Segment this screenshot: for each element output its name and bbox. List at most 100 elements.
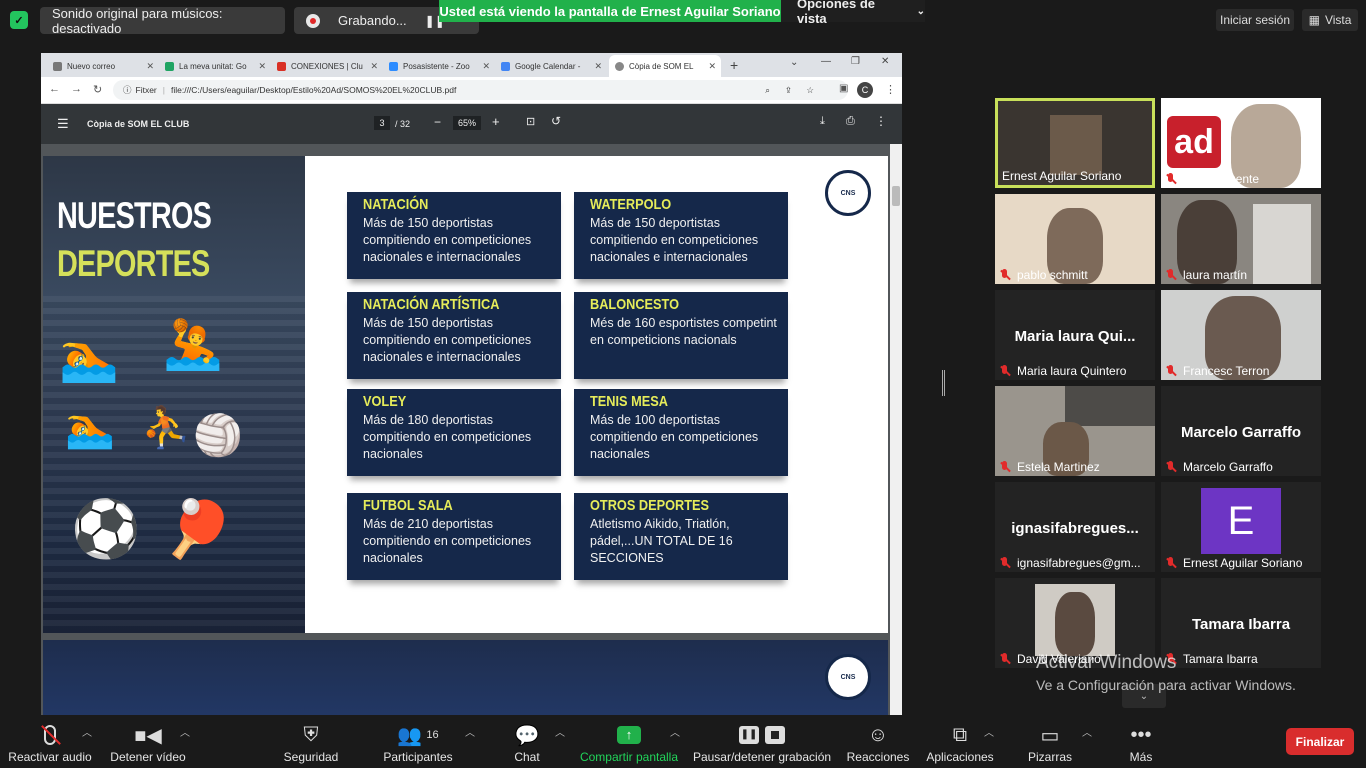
close-window-icon[interactable]: ✕ <box>881 56 889 67</box>
sidebar-icon[interactable]: ▣ <box>839 83 848 94</box>
menu-icon[interactable]: ☰ <box>57 116 69 132</box>
share-screen-button[interactable]: ↑ Compartir pantalla <box>576 716 682 768</box>
chat-label: Chat <box>514 750 540 764</box>
participant-tile[interactable]: Tamara Ibarra Tamara Ibarra <box>1161 578 1321 668</box>
participant-tile[interactable]: Estela Martinez <box>995 386 1155 476</box>
mic-muted-icon <box>1165 269 1177 281</box>
share-icon[interactable]: ⇪ <box>785 85 792 96</box>
download-icon[interactable]: ⤓ <box>820 115 825 128</box>
mic-muted-icon <box>999 461 1011 473</box>
participants-button[interactable]: 👥 16 Participantes <box>378 716 458 768</box>
view-button[interactable]: ▦ Vista <box>1302 9 1358 31</box>
star-icon[interactable]: ☆ <box>806 85 814 96</box>
original-sound-button[interactable]: Sonido original para músicos: desactivad… <box>40 5 285 36</box>
pause-stop-recording-button[interactable]: ❚❚ Pausar/detener grabación <box>692 716 832 768</box>
apps-options-caret[interactable]: ︿ <box>984 724 994 739</box>
participant-tile[interactable]: pablo schmitt <box>995 194 1155 284</box>
page-number-input[interactable]: 3 <box>374 116 390 130</box>
sign-in-label: Iniciar sesión <box>1219 13 1291 27</box>
meeting-toolbar: Reactivar audio ︿ ■◀ Detener vídeo ︿ ⛨ Seg… <box>0 716 1366 768</box>
chat-options-caret[interactable]: ︿ <box>555 724 565 739</box>
more-button[interactable]: ••• Más <box>1118 716 1164 768</box>
original-sound-label: Sonido original para músicos: desactivad… <box>52 5 223 36</box>
participant-tile[interactable]: E Ernest Aguilar Soriano <box>1161 482 1321 572</box>
forward-icon[interactable]: → <box>71 83 82 95</box>
sport-card-baloncesto: BALONCESTO Més de 160 esportistes competi… <box>574 292 788 379</box>
share-options-caret[interactable]: ︿ <box>670 724 680 739</box>
mic-muted-icon <box>1165 557 1177 569</box>
profile-avatar[interactable]: C <box>857 82 873 98</box>
tab-gmail[interactable]: Nuevo correo ✕ <box>47 55 159 77</box>
participant-name: Ernest Aguilar Soriano <box>1002 169 1121 183</box>
zoom-out-icon[interactable]: − <box>434 115 441 129</box>
table-tennis-icon: 🏓 <box>163 497 233 560</box>
print-icon[interactable]: ⎙ <box>846 115 855 128</box>
tab-calendar[interactable]: Google Calendar - ✕ <box>495 55 607 77</box>
new-tab-icon[interactable]: + <box>730 57 738 73</box>
participant-tile[interactable]: Maria laura Qui... Maria laura Quintero <box>995 290 1155 380</box>
profile-initial: C <box>861 85 869 95</box>
participant-tile[interactable]: Francesc Terron <box>1161 290 1321 380</box>
close-icon[interactable]: ✕ <box>146 61 154 72</box>
participants-label: Participantes <box>383 750 453 764</box>
sport-card-voley: VOLEY Más de 180 deportistas compitiendo … <box>347 389 561 476</box>
card-text: Más de 150 deportistas compitiendo en co… <box>590 216 759 264</box>
participant-tile[interactable]: laura martín <box>1161 194 1321 284</box>
view-options-button[interactable]: Opciones de vista ⌄ <box>781 0 925 26</box>
address-bar[interactable]: ⓘ Fitxer | file:///C:/Users/eaguilar/Des… <box>113 80 848 100</box>
close-icon[interactable]: ✕ <box>370 61 378 72</box>
back-icon[interactable]: ← <box>49 83 60 95</box>
participants-options-caret[interactable]: ︿ <box>465 724 475 739</box>
fit-page-icon[interactable]: ⊡ <box>526 115 535 128</box>
close-icon[interactable]: ✕ <box>258 61 266 72</box>
participant-tile[interactable]: ad Sergio Puente <box>1161 98 1321 188</box>
search-icon[interactable]: ⌕ <box>765 85 770 96</box>
scrollbar-thumb[interactable] <box>892 186 900 206</box>
participant-tile[interactable]: Marcelo Garraffo Marcelo Garraffo <box>1161 386 1321 476</box>
mic-muted-icon <box>999 269 1011 281</box>
close-icon[interactable]: ✕ <box>708 61 716 72</box>
rotate-icon[interactable]: ↺ <box>551 114 561 128</box>
whiteboards-button[interactable]: ▭ Pizarras <box>1022 716 1078 768</box>
tab-conexiones[interactable]: CONEXIONES | Clu ✕ <box>271 55 383 77</box>
basketball-icon: ⛹ <box>141 406 191 450</box>
shield-icon[interactable]: ✓ <box>10 11 28 29</box>
minimize-icon[interactable]: — <box>821 56 831 67</box>
tab-drive[interactable]: La meva unitat: Go ✕ <box>159 55 271 77</box>
name-label: Estela Martinez <box>1017 460 1100 474</box>
zoom-input[interactable]: 65% <box>453 116 481 130</box>
pdf-scrollbar[interactable] <box>890 144 902 715</box>
participant-tile[interactable]: ignasifabregues... ignasifabregues@gm... <box>995 482 1155 572</box>
mic-muted-icon <box>999 653 1011 665</box>
whiteboards-options-caret[interactable]: ︿ <box>1082 724 1092 739</box>
chat-button[interactable]: 💬 Chat <box>504 716 550 768</box>
zoom-in-icon[interactable]: + <box>492 114 500 129</box>
audio-options-caret[interactable]: ︿ <box>82 724 92 739</box>
kebab-menu-icon[interactable]: ⋮ <box>885 83 896 96</box>
tab-pdf-active[interactable]: Còpia de SOM EL ✕ <box>609 55 721 77</box>
avatar: E <box>1201 488 1281 554</box>
pdf-viewport[interactable]: NUESTROS DEPORTES 🏊 🤽 🏊 ⛹ 🏐 ⚽ 🏓 CNS NATA… <box>41 144 902 715</box>
splitter-handle[interactable] <box>942 370 945 396</box>
unmute-button[interactable]: Reactivar audio <box>6 716 94 768</box>
reload-icon[interactable]: ↻ <box>93 83 102 96</box>
sign-in-button[interactable]: Iniciar sesión <box>1216 9 1294 31</box>
tab-label: Còpia de SOM EL <box>629 61 694 71</box>
participant-tile[interactable]: Ernest Aguilar Soriano <box>995 98 1155 188</box>
swimmer-icon: 🏊 <box>59 331 119 384</box>
more-options-icon[interactable]: ⋮ <box>875 114 887 128</box>
page-total: / 32 <box>395 119 411 129</box>
reactions-button[interactable]: ☺ Reacciones <box>844 716 912 768</box>
whiteboards-label: Pizarras <box>1027 750 1072 764</box>
chevron-down-icon[interactable]: ⌄ <box>790 57 798 68</box>
video-options-caret[interactable]: ︿ <box>180 724 190 739</box>
tab-zoom[interactable]: Posasistente - Zoo ✕ <box>383 55 495 77</box>
security-button[interactable]: ⛨ Seguridad <box>276 716 346 768</box>
maximize-icon[interactable]: ❐ <box>851 56 860 67</box>
end-meeting-button[interactable]: Finalizar <box>1286 728 1354 755</box>
stop-video-button[interactable]: ■◀ Detener vídeo <box>104 716 192 768</box>
pause-stop-recording-label: Pausar/detener grabación <box>692 750 832 764</box>
close-icon[interactable]: ✕ <box>482 61 490 72</box>
club-seal-logo: CNS <box>825 170 871 216</box>
close-icon[interactable]: ✕ <box>594 61 602 72</box>
